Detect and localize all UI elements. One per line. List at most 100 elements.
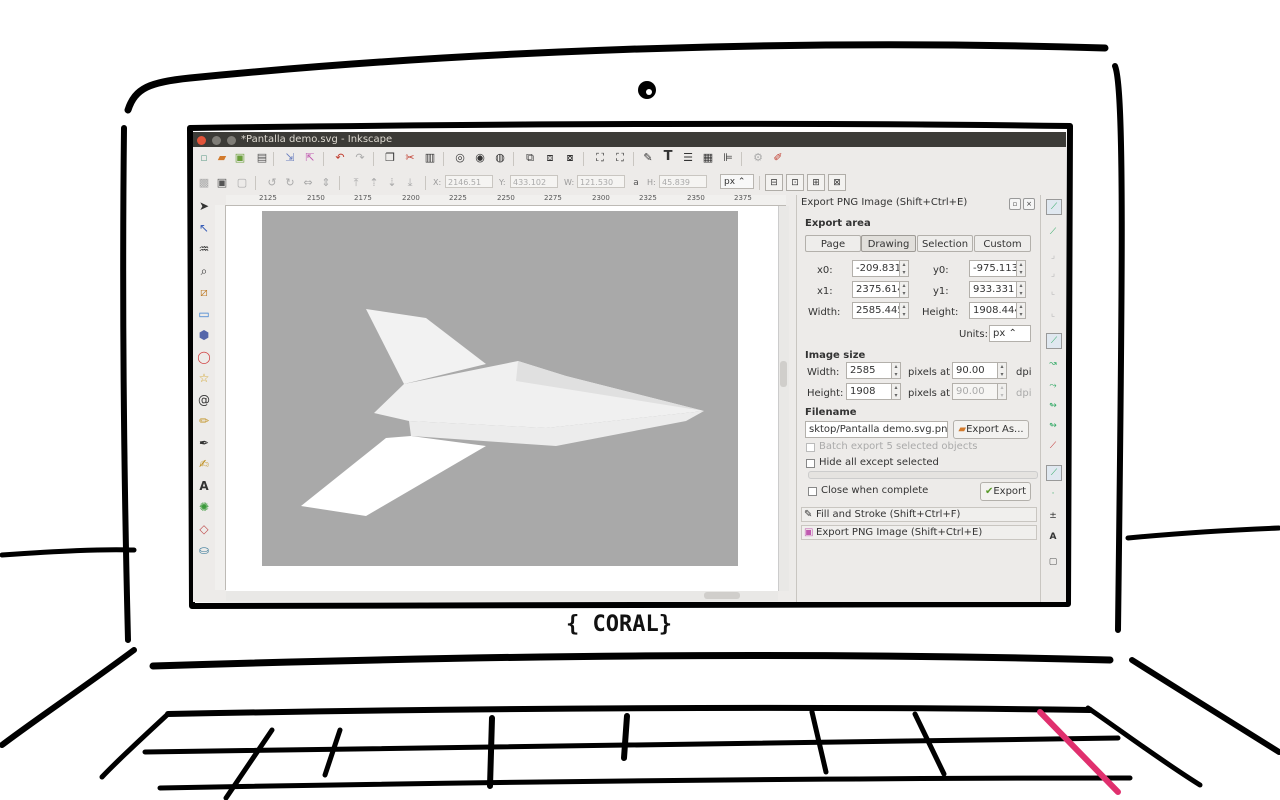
raise-icon[interactable]: ⇡ xyxy=(367,176,381,190)
vertical-scrollbar[interactable] xyxy=(778,206,789,591)
snap-bbox-corner-icon[interactable]: ⌟ xyxy=(1046,267,1060,281)
snap-nodes-icon[interactable]: ⌞ xyxy=(1046,307,1060,321)
img-height-spinner[interactable]: ▴ ▾ xyxy=(892,383,901,400)
w-field[interactable]: 121.530 xyxy=(577,175,625,188)
align-icon[interactable]: ⊫ xyxy=(721,151,735,165)
minimize-window-button[interactable] xyxy=(212,136,222,145)
raise-to-top-icon[interactable]: ⤒ xyxy=(349,176,363,190)
star-tool-icon[interactable]: ☆ xyxy=(196,370,212,386)
width-spinner[interactable]: ▴ ▾ xyxy=(900,302,909,319)
print-icon[interactable]: ▤ xyxy=(255,151,269,165)
select-all-icon[interactable]: ▩ xyxy=(197,176,211,190)
zoom-drawing-icon[interactable]: ◉ xyxy=(473,151,487,165)
lower-to-bottom-icon[interactable]: ⤓ xyxy=(403,176,417,190)
save-icon[interactable]: ▣ xyxy=(233,151,247,165)
duplicate-icon[interactable]: ⧉ xyxy=(523,151,537,165)
x1-spinner[interactable]: ▴ ▾ xyxy=(900,281,909,298)
maximize-window-button[interactable] xyxy=(227,136,237,145)
units-select[interactable]: px ⌃ xyxy=(989,325,1031,342)
deselect-icon[interactable]: ▢ xyxy=(235,176,249,190)
snap-paths-icon[interactable]: ⟋ xyxy=(1046,333,1062,349)
height-field[interactable]: 1908.444 xyxy=(969,302,1017,319)
x0-field[interactable]: -209.831 xyxy=(852,260,900,277)
scale-corners-button[interactable]: ⊡ xyxy=(786,174,804,191)
snap-intersection-icon[interactable]: ↝ xyxy=(1046,357,1060,371)
export-png-dock-tab[interactable]: ▣ Export PNG Image (Shift+Ctrl+E) xyxy=(801,525,1037,540)
snap-midpoint-icon[interactable]: ↬ xyxy=(1046,419,1060,433)
text-icon[interactable]: T xyxy=(661,150,675,164)
zoom-selection-icon[interactable]: ◎ xyxy=(453,151,467,165)
export-button[interactable]: ✔Export xyxy=(980,482,1031,501)
calligraphy-tool-icon[interactable]: ✍ xyxy=(196,456,212,472)
y1-field[interactable]: 933.331 xyxy=(969,281,1017,298)
paste-icon[interactable]: ▥ xyxy=(423,151,437,165)
pencil-tool-icon[interactable]: ✏ xyxy=(196,413,212,429)
area-page-button[interactable]: Page xyxy=(805,235,861,252)
y0-field[interactable]: -975.113 xyxy=(969,260,1017,277)
area-drawing-button[interactable]: Drawing xyxy=(861,235,916,252)
document-properties-icon[interactable]: ✐ xyxy=(771,151,785,165)
x-field[interactable]: 2146.51 xyxy=(445,175,493,188)
export-as-button[interactable]: ▰Export As... xyxy=(953,420,1029,439)
snap-smooth-icon[interactable]: ↬ xyxy=(1046,399,1060,413)
flip-vertical-icon[interactable]: ⇕ xyxy=(319,176,333,190)
snap-bbox-edge-icon[interactable]: ⌟ xyxy=(1046,249,1060,263)
unlink-clone-icon[interactable]: ⧇ xyxy=(563,151,577,165)
redo-icon[interactable]: ↷ xyxy=(353,151,367,165)
horizontal-scrollbar[interactable] xyxy=(226,591,778,601)
pen-tool-icon[interactable]: ✒ xyxy=(196,435,212,451)
undo-icon[interactable]: ↶ xyxy=(333,151,347,165)
dpi-spinner[interactable]: ▴ ▾ xyxy=(998,362,1007,379)
lock-ratio-icon[interactable]: a xyxy=(629,176,643,190)
node-tool-icon[interactable]: ↖ xyxy=(196,220,212,236)
snap-grid-icon[interactable]: ± xyxy=(1046,509,1060,523)
rotate-ccw-icon[interactable]: ↺ xyxy=(265,176,279,190)
new-icon[interactable]: ▫ xyxy=(197,151,211,165)
snap-enable-icon[interactable]: ⟋ xyxy=(1046,199,1062,215)
spiral-tool-icon[interactable]: @ xyxy=(196,392,212,408)
fill-stroke-icon[interactable]: ✎ xyxy=(641,151,655,165)
height-spinner[interactable]: ▴ ▾ xyxy=(1017,302,1026,319)
snap-page-icon[interactable]: · xyxy=(1046,487,1060,501)
dialog-float-button[interactable]: ▫ xyxy=(1009,198,1021,210)
eraser-tool-icon[interactable]: ◇ xyxy=(196,521,212,537)
ungroup-icon[interactable]: ⛶ xyxy=(613,151,627,165)
selector-tool-icon[interactable]: ➤ xyxy=(196,198,212,214)
open-icon[interactable]: ▰ xyxy=(215,151,229,165)
spray-tool-icon[interactable]: ✺ xyxy=(196,499,212,515)
flip-horizontal-icon[interactable]: ⇔ xyxy=(301,176,315,190)
close-when-complete-checkbox[interactable] xyxy=(808,487,817,496)
dialog-close-button[interactable]: × xyxy=(1023,198,1035,210)
hide-all-checkbox[interactable] xyxy=(806,459,815,468)
dpi-field[interactable]: 90.00 xyxy=(952,362,998,379)
bucket-tool-icon[interactable]: ⛀ xyxy=(196,542,212,558)
rotate-cw-icon[interactable]: ↻ xyxy=(283,176,297,190)
h-field[interactable]: 45.839 xyxy=(659,175,707,188)
import-icon[interactable]: ⇲ xyxy=(283,151,297,165)
snap-cusp-icon[interactable]: ⤳ xyxy=(1046,379,1060,393)
lower-icon[interactable]: ⇣ xyxy=(385,176,399,190)
tweak-tool-icon[interactable]: ♒ xyxy=(196,241,212,257)
drawing-canvas[interactable] xyxy=(226,206,778,591)
select-all-layers-icon[interactable]: ▣ xyxy=(215,176,229,190)
text-tool-icon[interactable]: A xyxy=(196,478,212,494)
measure-tool-icon[interactable]: ⧄ xyxy=(196,284,212,300)
move-patterns-button[interactable]: ⊠ xyxy=(828,174,846,191)
close-window-button[interactable] xyxy=(197,136,206,145)
3d-box-tool-icon[interactable]: ⬢ xyxy=(196,327,212,343)
img-width-field[interactable]: 2585 xyxy=(846,362,892,379)
scale-stroke-button[interactable]: ⊟ xyxy=(765,174,783,191)
xml-editor-icon[interactable]: ▦ xyxy=(701,151,715,165)
rectangle-tool-icon[interactable]: ▭ xyxy=(196,306,212,322)
zoom-page-icon[interactable]: ◍ xyxy=(493,151,507,165)
width-field[interactable]: 2585.445 xyxy=(852,302,900,319)
snap-bbox-icon[interactable]: ⟋ xyxy=(1046,225,1060,239)
area-selection-button[interactable]: Selection xyxy=(917,235,973,252)
img-width-spinner[interactable]: ▴ ▾ xyxy=(892,362,901,379)
x0-spinner[interactable]: ▴ ▾ xyxy=(900,260,909,277)
ellipse-tool-icon[interactable]: ◯ xyxy=(196,349,212,365)
y0-spinner[interactable]: ▴ ▾ xyxy=(1017,260,1026,277)
snap-center-icon[interactable]: ⟋ xyxy=(1046,439,1060,453)
zoom-tool-icon[interactable]: ⌕ xyxy=(196,263,212,279)
cut-icon[interactable]: ✂ xyxy=(403,151,417,165)
